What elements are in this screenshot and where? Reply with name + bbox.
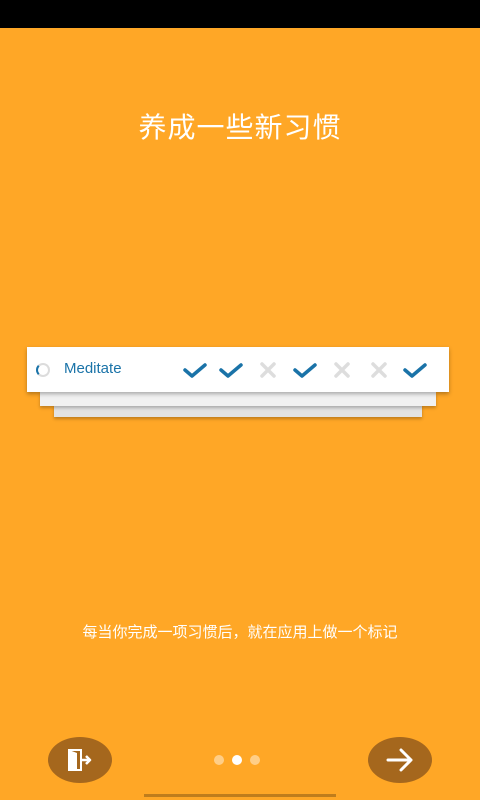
exit-door-icon <box>68 749 92 771</box>
next-button[interactable] <box>368 737 432 783</box>
card-stack-layer-back <box>54 405 422 417</box>
skip-button[interactable] <box>48 737 112 783</box>
description-text: 每当你完成一项习惯后，就在应用上做一个标记 <box>82 623 398 641</box>
day-2-mark <box>218 359 244 381</box>
card-stack-layer-middle <box>40 392 436 406</box>
habit-name: Meditate <box>64 360 122 377</box>
page-title: 养成一些新习惯 <box>138 111 342 144</box>
page-indicator-dot-1 <box>214 755 224 765</box>
page-indicator-dot-3 <box>250 755 260 765</box>
status-bar <box>0 0 480 28</box>
day-1-mark <box>182 359 208 381</box>
arrow-right-icon <box>386 748 413 772</box>
habit-card: Meditate <box>27 347 449 392</box>
day-5-mark <box>329 359 355 381</box>
day-7-mark <box>402 359 428 381</box>
habit-progress-ring-icon <box>36 363 50 377</box>
day-3-mark <box>255 359 281 381</box>
day-6-mark <box>366 359 392 381</box>
day-4-mark <box>292 359 318 381</box>
page-indicator-dot-2 <box>232 755 242 765</box>
home-indicator <box>144 794 336 797</box>
